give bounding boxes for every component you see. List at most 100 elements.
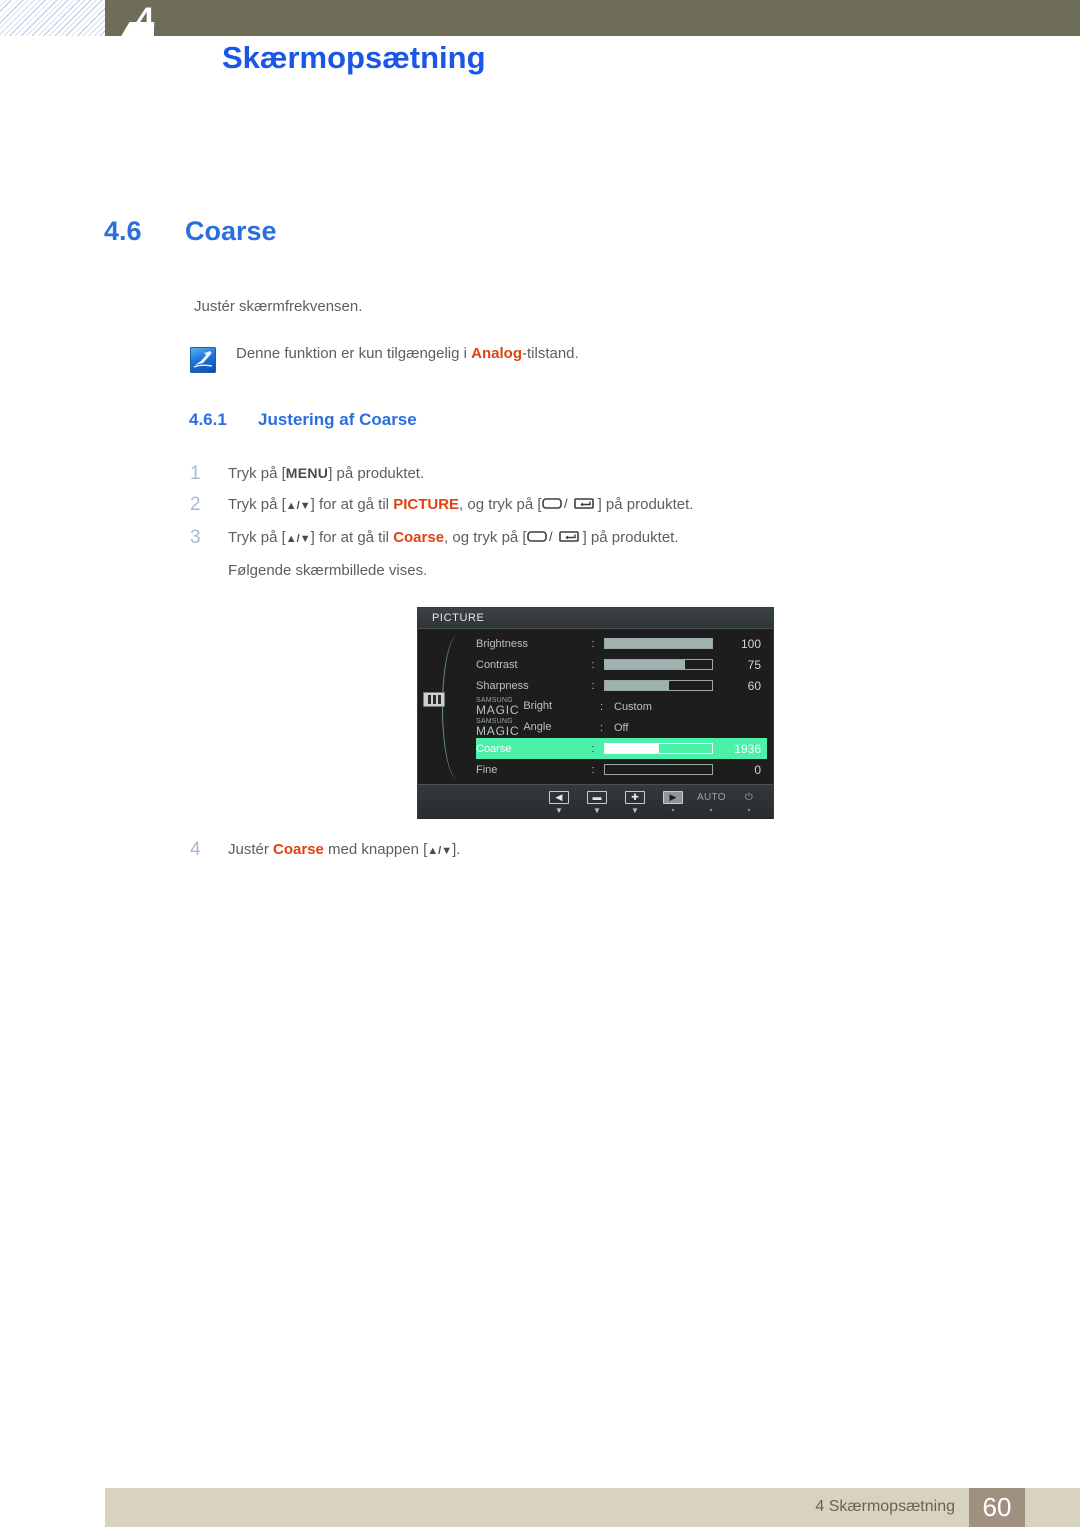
plus-button-tick: ▼ (631, 806, 639, 815)
step-item: 3 Tryk på [▲/▼] for at gå til Coarse, og … (190, 522, 990, 555)
osd-row[interactable]: SAMSUNG MAGIC Angle: Off (476, 717, 767, 738)
section-number: 4.6 (104, 216, 142, 246)
picture-bars-icon (423, 692, 445, 707)
osd-row-colon: : (591, 679, 595, 692)
osd-row[interactable]: Coarse: 1936 (476, 738, 767, 759)
osd-arc-decoration (442, 635, 469, 780)
note-text-before: Denne funktion er kun tilgængelig i (236, 345, 472, 362)
page-title: Skærmopsætning (222, 40, 486, 75)
minus-button-tick: ▼ (593, 806, 601, 815)
note-text: Denne funktion er kun tilgængelig i Anal… (236, 345, 579, 362)
osd-row-label: SAMSUNG MAGIC Bright (476, 697, 600, 716)
osd-row-value: Custom (614, 700, 652, 713)
step-text: Tryk på [▲/▼] for at gå til Coarse, og t… (228, 529, 679, 546)
svg-text:/: / (549, 529, 553, 544)
right-arrow-button[interactable]: ▶ ▾ (659, 787, 687, 815)
osd-row-value: Off (614, 721, 629, 734)
step-text-run: ] på produktet. (328, 465, 425, 482)
osd-title: PICTURE (418, 608, 773, 629)
osd-row-colon: : (600, 721, 604, 734)
auto-button[interactable]: AUTO ▾ (697, 787, 726, 815)
header-stripe-decoration (0, 0, 105, 36)
osd-row[interactable]: Contrast: 75 (476, 654, 767, 675)
osd-row-value: 60 (747, 678, 761, 693)
source-enter-key-glyph: / (526, 524, 583, 555)
osd-row-label-suffix: Bright (523, 700, 553, 713)
osd-row-colon: : (591, 742, 595, 755)
subsection-number: 4.6.1 (189, 410, 227, 429)
osd-row-value: 1936 (734, 741, 761, 756)
osd-row-label: Sharpness (476, 679, 529, 692)
header-bar (105, 0, 1080, 36)
note-pencil-icon (190, 347, 216, 373)
osd-row[interactable]: Brightness: 100 (476, 633, 767, 654)
osd-slider[interactable] (604, 680, 713, 691)
osd-slider[interactable] (604, 659, 713, 670)
step-text-run: Tryk på [ (228, 496, 286, 513)
osd-row[interactable]: SAMSUNG MAGIC Bright: Custom (476, 696, 767, 717)
left-arrow-button-tick: ▼ (555, 806, 563, 815)
section-intro-text: Justér skærmfrekvensen. (194, 298, 363, 315)
osd-slider-fill (605, 660, 686, 669)
osd-row-label: Fine (476, 763, 498, 776)
step-text-run: Justér (228, 841, 274, 858)
step-text-run: , og tryk på [ (444, 529, 527, 546)
svg-text:/: / (564, 496, 568, 511)
step-text-run: ] på produktet. (597, 496, 694, 513)
osd-row-label: Coarse (476, 742, 512, 755)
osd-picture-menu: PICTURE Brightness: 100 Contrast: 75 Sharpne… (417, 607, 774, 819)
osd-row-label: Brightness (476, 637, 528, 650)
osd-row-label-suffix: Angle (523, 721, 552, 734)
power-button-glyph: ⏻ (744, 792, 754, 803)
power-button-tick: ▾ (747, 808, 751, 814)
osd-slider[interactable] (604, 743, 713, 754)
osd-slider-fill (605, 681, 670, 690)
osd-slider[interactable] (604, 764, 713, 775)
note-text-after: -tilstand. (522, 345, 579, 362)
step-number: 1 (190, 463, 201, 484)
step-highlight: PICTURE (393, 496, 460, 513)
power-button[interactable]: ⏻ ▾ (735, 787, 763, 815)
subsection-title: Justering af Coarse (258, 410, 417, 429)
plus-button[interactable]: ✚ ▼ (621, 787, 649, 815)
step-text-run: Tryk på [ (228, 529, 286, 546)
step-text-run: Tryk på [ (228, 465, 286, 482)
samsung-magic-brand: SAMSUNG MAGIC (476, 697, 519, 716)
step-text-run: ] på produktet. (582, 529, 679, 546)
page-number: 60 (969, 1488, 1025, 1527)
osd-row-label: Contrast (476, 658, 518, 671)
osd-row-colon: : (591, 763, 595, 776)
osd-row-label: SAMSUNG MAGIC Angle (476, 718, 600, 737)
auto-button-tick: ▾ (709, 808, 713, 814)
minus-button-glyph: ▬ (587, 791, 607, 804)
menu-key-label: MENU (285, 465, 329, 481)
magic-brand-line: MAGIC (476, 724, 520, 738)
magic-brand-line: MAGIC (476, 703, 520, 717)
updown-arrow-keys: ▲/▼ (285, 533, 311, 545)
right-arrow-button-tick: ▾ (671, 808, 675, 814)
step-highlight: Coarse (273, 841, 324, 858)
step-subtext: Følgende skærmbillede vises. (228, 562, 428, 579)
osd-row-value: 100 (740, 636, 761, 651)
left-arrow-button[interactable]: ◀ ▼ (545, 787, 573, 815)
osd-slider[interactable] (604, 638, 713, 649)
step-text-run: , og tryk på [ (459, 496, 542, 513)
step-highlight: Coarse (393, 529, 445, 546)
step-text: Tryk på [▲/▼] for at gå til PICTURE, og … (228, 496, 693, 513)
step-text-run: med knappen [ (323, 841, 428, 858)
osd-slider-fill (605, 744, 659, 753)
footer-chapter-label: 4 Skærmopsætning (815, 1498, 955, 1515)
source-enter-key-glyph: / (541, 491, 598, 522)
auto-button-glyph: AUTO (697, 792, 726, 803)
osd-row[interactable]: Fine: 0 (476, 759, 767, 780)
left-arrow-button-glyph: ◀ (549, 791, 569, 804)
osd-row[interactable]: Sharpness: 60 (476, 675, 767, 696)
step-item: 1 Tryk på [MENU] på produktet. (190, 458, 990, 489)
step-text-run: ] for at gå til (310, 496, 394, 513)
chapter-number: 4 (135, 1, 155, 39)
right-arrow-button-glyph: ▶ (663, 791, 683, 804)
osd-row-value: 0 (754, 762, 761, 777)
step-number: 4 (190, 839, 201, 860)
osd-button-bar: ◀ ▼ ▬ ▼ ✚ ▼ ▶ ▾ AUTO ▾ ⏻ ▾ (418, 784, 773, 819)
minus-button[interactable]: ▬ ▼ (583, 787, 611, 815)
